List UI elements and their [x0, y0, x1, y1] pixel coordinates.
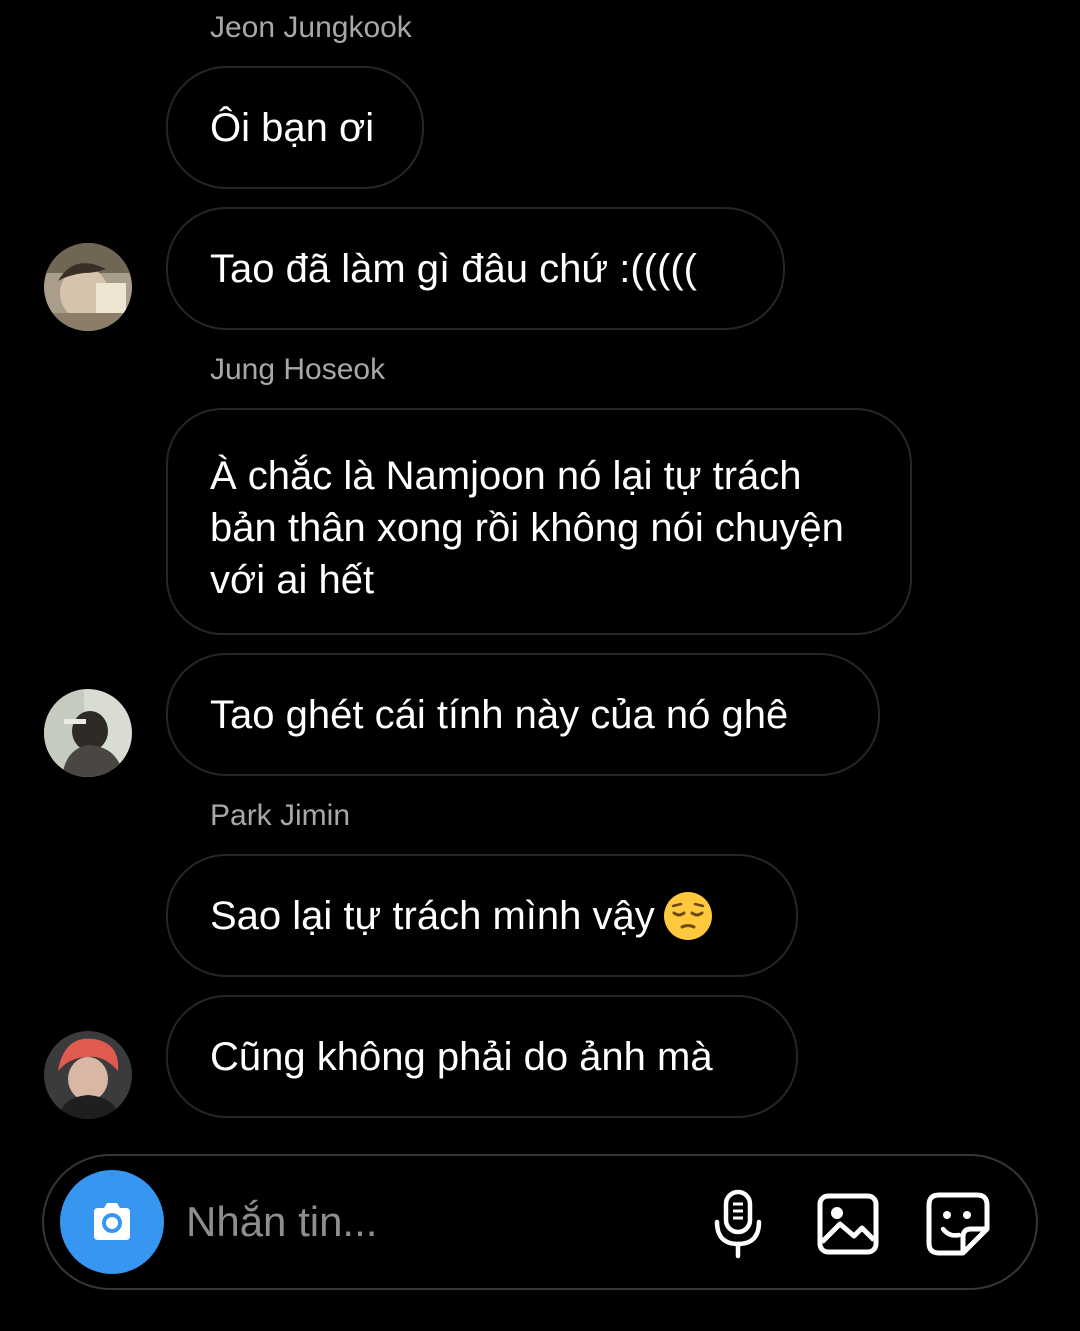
avatar[interactable]: [44, 689, 132, 777]
message-text: Ôi bạn ơi: [210, 105, 375, 150]
pensive-face-emoji-icon: [663, 891, 713, 941]
message-bubble[interactable]: Tao ghét cái tính này của nó ghê: [166, 653, 880, 776]
sticker-button[interactable]: [922, 1188, 994, 1260]
camera-icon: [94, 1203, 130, 1240]
message-text: À chắc là Namjoon nó lại tự trách bản th…: [210, 454, 844, 602]
sender-name: Jeon Jungkook: [210, 11, 412, 44]
avatar[interactable]: [44, 243, 132, 331]
gallery-icon: [817, 1193, 879, 1255]
message-bubble[interactable]: À chắc là Namjoon nó lại tự trách bản th…: [166, 408, 912, 635]
sender-name: Park Jimin: [210, 799, 351, 832]
message-text: Cũng không phải do ảnh mà: [210, 1034, 713, 1079]
message-composer: [42, 1154, 1038, 1290]
message-text: Tao ghét cái tính này của nó ghê: [210, 692, 789, 737]
gallery-button[interactable]: [812, 1188, 884, 1260]
message-bubble[interactable]: Sao lại tự trách mình vậy: [166, 854, 798, 977]
message-input[interactable]: [186, 1190, 686, 1254]
message-text: Tao đã làm gì đâu chứ :(((((: [210, 246, 697, 291]
message-bubble[interactable]: Ôi bạn ơi: [166, 66, 424, 189]
camera-button[interactable]: [60, 1170, 164, 1274]
message-bubble[interactable]: Tao đã làm gì đâu chứ :(((((: [166, 207, 785, 330]
message-text: Sao lại tự trách mình vậy: [210, 893, 655, 938]
avatar[interactable]: [44, 1031, 132, 1119]
sticker-icon: [926, 1192, 990, 1256]
microphone-icon: [714, 1189, 762, 1259]
microphone-button[interactable]: [702, 1188, 774, 1260]
message-bubble[interactable]: Cũng không phải do ảnh mà: [166, 995, 798, 1118]
sender-name: Jung Hoseok: [210, 353, 386, 386]
